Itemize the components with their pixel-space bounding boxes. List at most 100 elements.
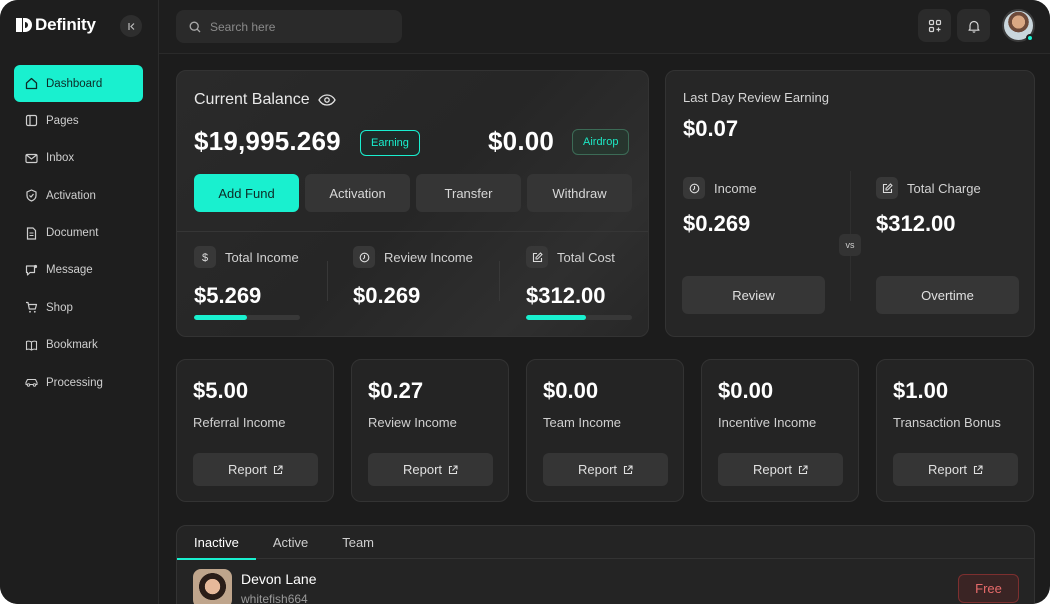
logo-mark-icon — [16, 18, 32, 32]
member-name: Devon Lane — [241, 571, 317, 587]
tab-active[interactable]: Active — [256, 526, 325, 559]
document-icon — [25, 226, 38, 240]
total-cost-stat: Total Cost $312.00 — [526, 246, 615, 309]
sidebar-item-label: Message — [46, 264, 93, 277]
stat-label: Total Income — [225, 249, 299, 265]
dollar-icon: $ — [194, 246, 216, 268]
collapse-icon — [127, 22, 134, 30]
overtime-button[interactable]: Overtime — [876, 276, 1019, 314]
review-earning-card: Last Day Review Earning $0.07 Income $0.… — [665, 70, 1035, 337]
income-value: $0.269 — [683, 211, 751, 236]
tab-bar: Inactive Active Team — [177, 526, 1034, 560]
progress-fill — [194, 315, 247, 320]
search-input[interactable] — [210, 19, 390, 34]
report-button-label: Report — [227, 462, 268, 477]
report-button[interactable]: Report — [893, 453, 1018, 486]
brand-name: Definity — [35, 15, 96, 34]
airdrop-badge[interactable]: Airdrop — [572, 129, 630, 155]
card-label: Incentive Income — [718, 415, 817, 430]
sidebar-item-processing[interactable]: Processing — [14, 364, 143, 401]
brand-logo[interactable]: Definity — [16, 15, 96, 35]
search-icon — [189, 21, 201, 32]
sidebar: Definity Dashboard Pages Inbox Activatio… — [0, 0, 159, 604]
report-button[interactable]: Report — [718, 453, 843, 486]
eye-icon[interactable] — [317, 94, 336, 106]
clock-icon — [683, 177, 705, 199]
activation-button[interactable]: Activation — [305, 174, 410, 212]
cart-icon — [25, 301, 38, 314]
earning-badge[interactable]: Earning — [360, 130, 420, 156]
card-label: Review Income — [368, 415, 457, 430]
stat-label: Review Income — [384, 249, 473, 265]
incentive-income-card: $0.00 Incentive Income Report — [701, 359, 859, 502]
tab-team[interactable]: Team — [325, 526, 391, 559]
member-avatar[interactable] — [193, 569, 232, 604]
external-link-icon — [273, 464, 283, 474]
report-button[interactable]: Report — [543, 453, 668, 486]
card-amount: $0.00 — [718, 378, 774, 403]
divider — [177, 231, 648, 232]
balance-amount: $19,995.269 — [194, 126, 341, 156]
sidebar-item-activation[interactable]: Activation — [14, 177, 143, 214]
external-link-icon — [973, 464, 983, 474]
review-income-card: $0.27 Review Income Report — [351, 359, 509, 502]
stat-value: $0.269 — [353, 283, 421, 308]
sidebar-item-label: Processing — [46, 376, 103, 389]
tab-inactive[interactable]: Inactive — [177, 526, 256, 560]
notifications-button[interactable] — [957, 9, 990, 42]
search-box[interactable] — [176, 10, 402, 43]
referral-income-card: $5.00 Referral Income Report — [176, 359, 334, 502]
shield-check-icon — [25, 189, 38, 202]
add-fund-button[interactable]: Add Fund — [194, 174, 299, 212]
pages-icon — [25, 114, 38, 127]
transfer-button[interactable]: Transfer — [416, 174, 521, 212]
review-button[interactable]: Review — [682, 276, 825, 314]
external-link-icon — [798, 464, 808, 474]
sidebar-item-label: Pages — [46, 114, 79, 127]
total-income-progress — [194, 315, 300, 320]
income-label: Income — [714, 180, 757, 196]
review-title: Last Day Review Earning — [683, 90, 829, 105]
sidebar-item-message[interactable]: Message — [14, 252, 143, 289]
total-charge-label: Total Charge — [907, 180, 981, 196]
sidebar-item-label: Document — [46, 227, 99, 240]
report-button-label: Report — [927, 462, 968, 477]
sidebar-item-inbox[interactable]: Inbox — [14, 140, 143, 177]
collapse-sidebar-button[interactable] — [120, 15, 142, 37]
separator — [499, 261, 500, 301]
svg-text:$: $ — [202, 252, 208, 263]
sidebar-item-bookmark[interactable]: Bookmark — [14, 327, 143, 364]
external-link-icon — [623, 464, 633, 474]
withdraw-button[interactable]: Withdraw — [527, 174, 632, 212]
sidebar-item-document[interactable]: Document — [14, 215, 143, 252]
income-header: Income — [683, 177, 757, 199]
book-icon — [25, 339, 38, 352]
online-status-indicator — [1026, 34, 1034, 42]
sidebar-item-label: Bookmark — [46, 339, 98, 352]
sidebar-item-pages[interactable]: Pages — [14, 102, 143, 139]
report-button-label: Report — [577, 462, 618, 477]
external-link-icon — [448, 464, 458, 474]
sidebar-item-shop[interactable]: Shop — [14, 289, 143, 326]
top-bar — [159, 0, 1050, 54]
mail-icon — [25, 152, 38, 165]
transaction-bonus-card: $1.00 Transaction Bonus Report — [876, 359, 1034, 502]
plan-badge[interactable]: Free — [958, 574, 1019, 603]
edit-icon — [876, 177, 898, 199]
apps-button[interactable] — [918, 9, 951, 42]
report-button[interactable]: Report — [368, 453, 493, 486]
bell-icon — [967, 20, 980, 33]
card-label: Transaction Bonus — [893, 415, 1001, 430]
car-icon — [25, 376, 38, 389]
stat-value: $5.269 — [194, 283, 262, 308]
card-amount: $5.00 — [193, 378, 249, 403]
card-amount: $1.00 — [893, 378, 949, 403]
sidebar-item-dashboard[interactable]: Dashboard — [14, 65, 143, 102]
team-income-card: $0.00 Team Income Report — [526, 359, 684, 502]
app-window: Definity Dashboard Pages Inbox Activatio… — [0, 0, 1050, 604]
report-button[interactable]: Report — [193, 453, 318, 486]
current-balance-card: Current Balance $19,995.269 Earning $0.0… — [176, 70, 649, 337]
total-cost-progress — [526, 315, 632, 320]
sidebar-item-label: Shop — [46, 301, 73, 314]
vs-badge: vs — [839, 234, 861, 256]
